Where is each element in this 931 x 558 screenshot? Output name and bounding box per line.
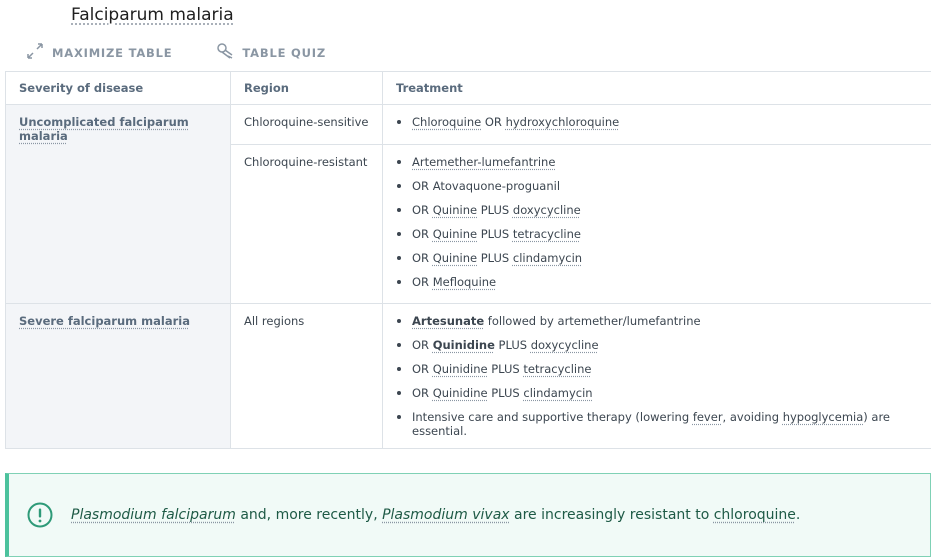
term-link[interactable]: Artesunate bbox=[412, 314, 484, 328]
column-header-severity: Severity of disease bbox=[5, 71, 231, 105]
severity-label[interactable]: Severe falciparum malaria bbox=[19, 314, 190, 328]
term-link[interactable]: Quinine bbox=[433, 203, 477, 217]
text-fragment: OR bbox=[412, 386, 433, 400]
term-link[interactable]: Mefloquine bbox=[433, 275, 496, 289]
expand-arrows-icon bbox=[26, 42, 44, 63]
text-fragment: OR bbox=[481, 115, 506, 129]
term-link[interactable]: Quinidine bbox=[433, 386, 488, 400]
treatment-cell: Artesunate followed by artemether/lumefa… bbox=[382, 303, 931, 449]
text-fragment: followed by artemether/lumefantrine bbox=[484, 314, 701, 328]
text-fragment: . bbox=[795, 507, 801, 523]
term-link[interactable]: hypoglycemia bbox=[783, 410, 864, 424]
term-link[interactable]: Plasmodium vivax bbox=[382, 507, 509, 523]
term-link[interactable]: Quinine bbox=[433, 227, 477, 241]
text-fragment: PLUS bbox=[487, 362, 524, 376]
text-fragment: PLUS bbox=[477, 251, 513, 265]
page-title: Falciparum malaria bbox=[71, 5, 234, 25]
region-cell: All regions bbox=[230, 303, 383, 449]
maximize-table-label: MAXIMIZE TABLE bbox=[52, 45, 173, 60]
text-fragment: and, more recently, bbox=[235, 507, 383, 523]
exclamation-circle-icon bbox=[27, 502, 53, 528]
text-fragment: are increasingly resistant to bbox=[509, 507, 714, 523]
pill-quiz-icon bbox=[216, 42, 234, 63]
text-fragment: OR bbox=[412, 203, 433, 217]
term-link[interactable]: clindamycin bbox=[523, 386, 592, 400]
term-link[interactable]: doxycycline bbox=[513, 203, 581, 217]
severity-cell: Uncomplicated falciparum malaria bbox=[5, 104, 231, 304]
treatment-item: Intensive care and supportive therapy (l… bbox=[397, 410, 918, 438]
term-link[interactable]: fever bbox=[693, 410, 723, 424]
region-cell: Chloroquine-resistant bbox=[230, 144, 383, 304]
table-quiz-button[interactable]: TABLE QUIZ bbox=[216, 42, 326, 63]
text-fragment: PLUS bbox=[494, 338, 531, 352]
treatment-item: OR Quinine PLUS doxycycline bbox=[397, 203, 918, 217]
text-fragment: PLUS bbox=[477, 203, 513, 217]
treatment-item: Chloroquine OR hydroxychloroquine bbox=[397, 115, 918, 129]
treatment-item: OR Quinine PLUS tetracycline bbox=[397, 227, 918, 241]
text-fragment: OR bbox=[412, 227, 433, 241]
term-link[interactable]: Plasmodium falciparum bbox=[71, 507, 236, 523]
info-callout-text: Plasmodium falciparum and, more recently… bbox=[71, 507, 800, 523]
term-link[interactable]: Quinidine bbox=[433, 338, 495, 352]
table-row: Uncomplicated falciparum malaria Chloroq… bbox=[5, 104, 931, 304]
table-toolbar: MAXIMIZE TABLE TABLE QUIZ bbox=[26, 42, 326, 63]
info-callout: Plasmodium falciparum and, more recently… bbox=[5, 473, 931, 557]
term-link[interactable]: tetracycline bbox=[523, 362, 591, 376]
term-link[interactable]: doxycycline bbox=[531, 338, 599, 352]
treatment-item: OR Quinidine PLUS doxycycline bbox=[397, 338, 918, 352]
term-link[interactable]: clindamycin bbox=[513, 251, 582, 265]
table-header-row: Severity of disease Region Treatment bbox=[5, 71, 931, 105]
treatment-cell: Chloroquine OR hydroxychloroquine bbox=[382, 104, 931, 145]
term-link[interactable]: Quinine bbox=[433, 251, 477, 265]
term-link[interactable]: Artemether-lumefantrine bbox=[412, 155, 555, 169]
text-fragment: OR bbox=[412, 338, 433, 352]
text-fragment: PLUS bbox=[487, 386, 524, 400]
text-fragment: , avoiding bbox=[722, 410, 783, 424]
severity-label[interactable]: Uncomplicated falciparum malaria bbox=[19, 115, 189, 143]
text-fragment: OR bbox=[412, 275, 433, 289]
text-fragment: PLUS bbox=[477, 227, 513, 241]
table-row: Severe falciparum malaria All regions Ar… bbox=[5, 303, 931, 449]
text-fragment: OR bbox=[412, 362, 433, 376]
treatment-item: Artesunate followed by artemether/lumefa… bbox=[397, 314, 918, 328]
table-quiz-label: TABLE QUIZ bbox=[242, 45, 326, 60]
treatment-item: OR Quinine PLUS clindamycin bbox=[397, 251, 918, 265]
text-fragment: OR Atovaquone-proguanil bbox=[412, 179, 561, 193]
column-header-region: Region bbox=[230, 71, 383, 105]
term-link[interactable]: Quinidine bbox=[433, 362, 488, 376]
text-fragment: Intensive care and supportive therapy (l… bbox=[412, 410, 693, 424]
treatment-item: OR Atovaquone-proguanil bbox=[397, 179, 918, 193]
term-link[interactable]: chloroquine bbox=[714, 507, 796, 523]
column-header-treatment: Treatment bbox=[382, 71, 931, 105]
treatment-item: OR Quinidine PLUS clindamycin bbox=[397, 386, 918, 400]
treatment-item: OR Mefloquine bbox=[397, 275, 918, 289]
text-fragment: OR bbox=[412, 251, 433, 265]
treatment-table: Severity of disease Region Treatment Unc… bbox=[5, 71, 931, 449]
term-link[interactable]: Chloroquine bbox=[412, 115, 481, 129]
term-link[interactable]: hydroxychloroquine bbox=[506, 115, 620, 129]
treatment-cell: Artemether-lumefantrine OR Atovaquone-pro… bbox=[382, 144, 931, 304]
term-link[interactable]: tetracycline bbox=[513, 227, 581, 241]
severity-cell: Severe falciparum malaria bbox=[5, 303, 231, 449]
treatment-item: OR Quinidine PLUS tetracycline bbox=[397, 362, 918, 376]
treatment-item: Artemether-lumefantrine bbox=[397, 155, 918, 169]
region-cell: Chloroquine-sensitive bbox=[230, 104, 383, 145]
maximize-table-button[interactable]: MAXIMIZE TABLE bbox=[26, 42, 172, 63]
